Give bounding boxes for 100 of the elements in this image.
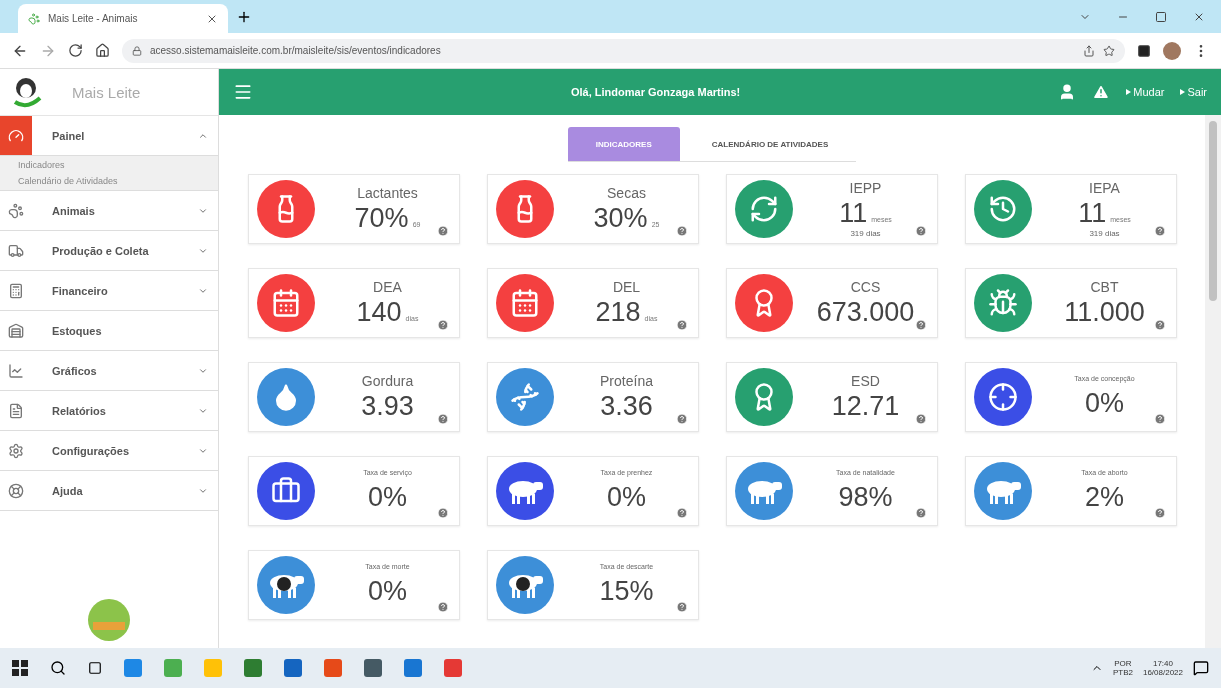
truck-icon (8, 242, 24, 259)
card-title: CCS (850, 278, 881, 295)
notification-icon[interactable] (1193, 660, 1209, 676)
greeting-text: Olá, Lindomar Gonzaga Martins! (569, 86, 742, 98)
card-value: 15% (599, 576, 654, 607)
help-icon[interactable] (436, 319, 449, 331)
calculator-icon (8, 282, 24, 299)
card-note: 319 dias (850, 229, 881, 238)
logo-icon (87, 598, 131, 642)
card-value: 0% (1085, 388, 1124, 419)
chart-icon (8, 362, 24, 379)
card-title: Lactantes (357, 184, 418, 201)
warning-icon[interactable] (1092, 83, 1111, 101)
help-icon[interactable] (675, 507, 688, 519)
help-icon[interactable] (675, 413, 688, 425)
sidebar-label: Relatórios (52, 404, 107, 417)
calendar-icon (509, 288, 540, 318)
card-value: 12.71 (831, 390, 900, 422)
help-icon[interactable] (1153, 225, 1166, 237)
card-value: 673.000 (816, 296, 915, 328)
lifebuoy-icon (8, 482, 24, 499)
task-view-icon[interactable] (88, 661, 102, 675)
maximize-icon[interactable] (1155, 10, 1167, 23)
card-value: 140 (356, 296, 402, 328)
sidebar-item[interactable]: Ajuda (0, 471, 218, 511)
card-title: IEPA (1089, 180, 1120, 196)
taskbar-app-icon[interactable] (364, 659, 382, 677)
search-icon[interactable] (50, 660, 66, 676)
card-title: CBT (1090, 278, 1119, 295)
card-title: DEL (612, 278, 641, 295)
lock-icon (132, 45, 142, 56)
address-field[interactable]: acesso.sistemamaisleite.com.br/maisleite/sis/eventos/indicadores (122, 38, 1125, 63)
card-title: Gordura (361, 372, 414, 389)
avatar-icon[interactable] (1163, 41, 1181, 60)
sidebar-item[interactable]: Relatórios (0, 391, 218, 431)
card-value: 98% (838, 482, 893, 513)
home-icon[interactable] (95, 43, 110, 58)
help-icon[interactable] (914, 319, 927, 331)
help-icon[interactable] (436, 225, 449, 237)
card-value: 0% (607, 482, 646, 513)
card-value: 11 (839, 198, 868, 229)
help-icon[interactable] (914, 507, 927, 519)
sidebar-label: Ajuda (52, 484, 84, 497)
card-title: ESD (851, 372, 880, 389)
warehouse-icon (8, 322, 24, 339)
sidebar-item[interactable]: Configurações (0, 431, 218, 471)
browser-tab[interactable]: Mais Leite - Animais (18, 4, 228, 33)
card-value: 0% (368, 576, 407, 607)
sidebar-label: Painel (52, 129, 86, 142)
help-icon[interactable] (675, 225, 688, 237)
document-icon (8, 402, 24, 419)
help-icon[interactable] (436, 413, 449, 425)
url-text: acesso.sistemamaisleite.com.br/maisleite/sis/eventos/indicadores (150, 45, 442, 56)
sidebar-label: Gráficos (52, 364, 98, 377)
help-icon[interactable] (436, 601, 449, 613)
help-icon[interactable] (675, 319, 688, 331)
card-value: 11 (1078, 198, 1107, 229)
help-icon[interactable] (675, 601, 688, 613)
sidebar-label: Produção e Coleta (52, 244, 150, 257)
help-icon[interactable] (1153, 413, 1166, 425)
sidebar-icon[interactable] (1137, 43, 1151, 58)
sidebar-item[interactable]: Gráficos (0, 351, 218, 391)
help-icon[interactable] (1153, 507, 1166, 519)
bug-icon (987, 288, 1018, 318)
card-title: Secas (607, 184, 646, 201)
app-name: Mais Leite (72, 83, 141, 101)
sidebar-label: Financeiro (52, 284, 109, 297)
tab-title: Mais Leite - Animais (48, 13, 139, 24)
language-indicator[interactable]: POR PTB2 (1112, 659, 1133, 677)
sidebar-item[interactable]: Animais (0, 191, 218, 231)
card-value: 218 (595, 296, 641, 328)
help-icon[interactable] (1153, 319, 1166, 331)
sidebar-item[interactable]: Produção e Coleta (0, 231, 218, 271)
card-note: 319 dias (1089, 229, 1120, 238)
card-value: 70% (354, 202, 409, 234)
sidebar-item[interactable]: Financeiro (0, 271, 218, 311)
calendar-icon (270, 288, 301, 318)
target-icon (987, 382, 1018, 412)
card-value: 3.36 (600, 390, 653, 422)
card-value: 2% (1085, 482, 1124, 513)
triangle-icon (1126, 89, 1132, 95)
card-title: Proteína (600, 372, 653, 389)
sidebar-label: Configurações (52, 444, 130, 457)
card-value: 0% (368, 482, 407, 513)
card-value: 11.000 (1064, 296, 1145, 328)
help-icon[interactable] (914, 413, 927, 425)
help-icon[interactable] (914, 225, 927, 237)
scrollbar-thumb[interactable] (1209, 121, 1217, 301)
gauge-icon (8, 127, 24, 144)
sidebar-label: Animais (52, 204, 96, 217)
help-icon[interactable] (436, 507, 449, 519)
clock[interactable]: 17:40 16/08/2022 (1142, 659, 1183, 677)
card-value: 3.93 (361, 390, 414, 422)
windows-icon[interactable] (12, 660, 28, 676)
sidebar-item[interactable]: Estoques (0, 311, 218, 351)
reload-icon[interactable] (68, 43, 83, 58)
triangle-icon (1180, 89, 1186, 95)
share-icon[interactable] (1083, 44, 1095, 57)
card-value: 30% (593, 202, 648, 234)
star-icon[interactable] (1103, 44, 1115, 57)
